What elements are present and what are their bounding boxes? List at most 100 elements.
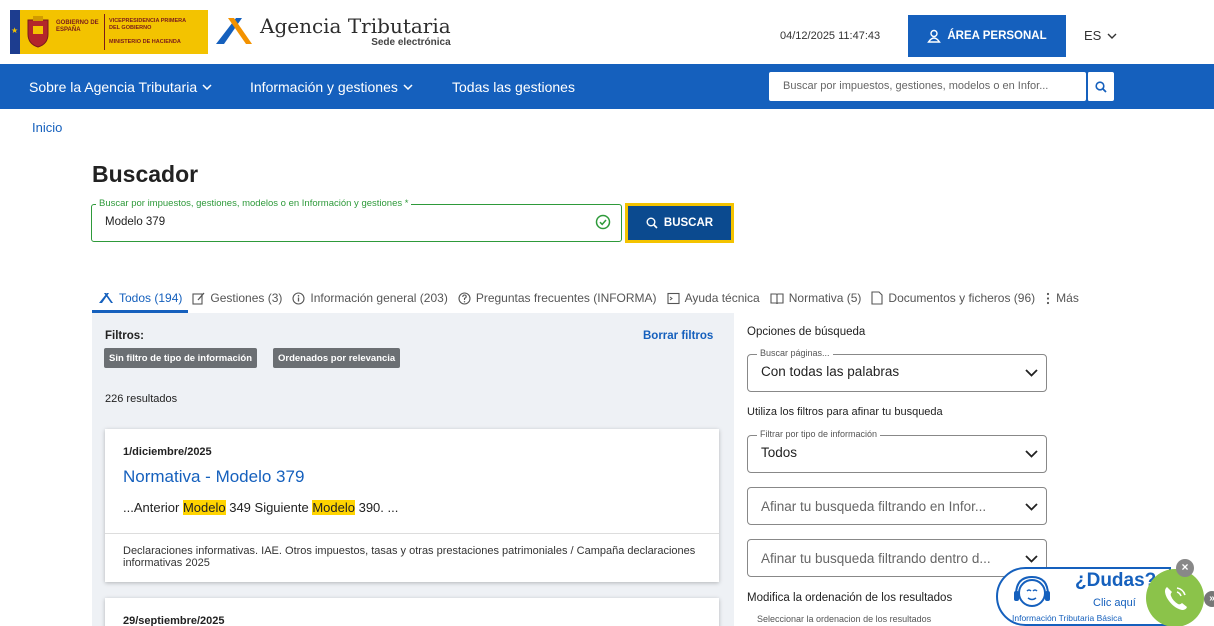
filter-chip-type[interactable]: Sin filtro de tipo de información: [104, 348, 258, 368]
nav-search-input[interactable]: Buscar por impuestos, gestiones, modelos…: [769, 72, 1086, 101]
area-personal-button[interactable]: ÁREA PERSONAL: [908, 15, 1066, 57]
snippet-text: 349 Siguiente: [225, 500, 313, 515]
terminal-icon: [667, 292, 680, 304]
question-icon: [458, 291, 471, 305]
vice-text: VICEPRESIDENCIA PRIMERA DEL GOBIERNO MIN…: [104, 14, 200, 50]
buscar-button[interactable]: BUSCAR: [625, 203, 734, 243]
chevron-down-icon: [1025, 369, 1038, 377]
book-icon: [770, 292, 784, 304]
chevron-down-icon: [1025, 450, 1038, 458]
nav-item-sobre[interactable]: Sobre la Agencia Tributaria: [29, 79, 212, 95]
order-legend: Seleccionar la ordenacion de los resulta…: [757, 614, 932, 624]
search-value[interactable]: Modelo 379: [105, 216, 165, 228]
snippet-highlight: Modelo: [182, 500, 226, 515]
nav-item-informacion[interactable]: Información y gestiones: [250, 79, 413, 95]
tab-label: Todos (194): [119, 291, 183, 305]
search-pages-value: Con todas las palabras: [761, 364, 900, 379]
result-title-link[interactable]: Normativa - Modelo 379: [123, 467, 304, 487]
search-legend: Buscar por impuestos, gestiones, modelos…: [96, 198, 412, 209]
gobierno-logo[interactable]: GOBIERNO DE ESPAÑA VICEPRESIDENCIA PRIME…: [10, 10, 208, 54]
agency-logo-icon: [216, 18, 252, 44]
area-personal-label: ÁREA PERSONAL: [947, 30, 1047, 42]
search-options-title: Opciones de búsqueda: [747, 326, 866, 338]
tab-label: Preguntas frecuentes (INFORMA): [475, 291, 657, 305]
tab-label: Más: [1056, 291, 1079, 305]
more-icon: [1047, 292, 1050, 304]
language-selector[interactable]: ES: [1084, 28, 1117, 43]
vice-name: VICEPRESIDENCIA PRIMERA DEL GOBIERNO: [109, 18, 186, 31]
order-title: Modifica la ordenación de los resultados: [747, 592, 953, 604]
user-icon: [927, 29, 942, 43]
gov-name: GOBIERNO DE ESPAÑA: [56, 20, 99, 33]
filter-hint: Utiliza los filtros para afinar tu busqu…: [747, 406, 943, 418]
page-title: Buscador: [92, 161, 199, 187]
filters-title: Filtros:: [105, 330, 144, 342]
help-subtitle: Información Tributaria Básica: [1012, 613, 1123, 623]
nav-item-todas-gestiones[interactable]: Todas las gestiones: [452, 79, 575, 95]
refine-info-placeholder: Afinar tu busqueda filtrando en Infor...: [761, 499, 987, 514]
chevron-down-icon: [1107, 33, 1117, 39]
tab-preguntas-frecuentes[interactable]: Preguntas frecuentes (INFORMA): [458, 291, 657, 305]
tab-gestiones[interactable]: Gestiones (3): [192, 291, 282, 305]
help-click-link[interactable]: Clic aquí: [1093, 597, 1136, 609]
chevron-down-icon: [1025, 555, 1038, 563]
site-header: GOBIERNO DE ESPAÑA VICEPRESIDENCIA PRIME…: [0, 0, 1214, 64]
search-input[interactable]: [91, 204, 622, 242]
nav-search-button[interactable]: [1087, 72, 1114, 101]
search-icon: [646, 217, 658, 229]
phone-icon: [1165, 587, 1187, 610]
nav-item-label: Todas las gestiones: [452, 79, 575, 95]
buscar-label: BUSCAR: [663, 217, 714, 229]
nav-item-label: Sobre la Agencia Tributaria: [29, 79, 198, 95]
search-pages-legend: Buscar páginas...: [757, 348, 833, 358]
filter-chip-order[interactable]: Ordenados por relevancia: [273, 348, 401, 368]
nav-item-label: Información y gestiones: [250, 79, 398, 95]
result-date: 1/diciembre/2025: [123, 446, 212, 458]
clear-filters-link[interactable]: Borrar filtros: [643, 330, 713, 342]
search-icon: [1095, 80, 1107, 93]
info-type-legend: Filtrar por tipo de información: [757, 429, 881, 439]
eu-flag-icon: [10, 10, 20, 54]
chevron-down-icon: [403, 84, 413, 90]
refine-within-placeholder: Afinar tu busqueda filtrando dentro d...: [761, 551, 991, 566]
expand-help-button[interactable]: »: [1204, 591, 1214, 607]
agency-logo-icon: [99, 293, 113, 303]
tab-documentos[interactable]: Documentos y ficheros (96): [871, 291, 1035, 305]
ministry-name: MINISTERIO DE HACIENDA: [109, 39, 181, 45]
document-icon: [871, 291, 883, 305]
info-type-value: Todos: [761, 445, 798, 460]
help-widget[interactable]: ¿Dudas? Clic aquí Información Tributaria…: [996, 559, 1214, 626]
result-card: 29/septiembre/2025: [105, 598, 719, 626]
agencia-tributaria-logo[interactable]: Agencia Tributaria Sede electrónica: [214, 14, 451, 48]
chevron-down-icon: [1025, 503, 1038, 511]
result-date: 29/septiembre/2025: [123, 615, 225, 626]
tab-mas[interactable]: Más: [1045, 291, 1079, 305]
edit-icon: [192, 292, 205, 305]
result-tags: Declaraciones informativas. IAE. Otros i…: [123, 545, 696, 569]
snippet-text: ...Anterior: [123, 500, 183, 515]
tab-normativa[interactable]: Normativa (5): [770, 291, 862, 305]
agency-subtitle: Sede electrónica: [371, 36, 451, 48]
result-count: 226 resultados: [105, 393, 178, 405]
result-card: 1/diciembre/2025 Normativa - Modelo 379 …: [105, 429, 719, 582]
tab-label: Documentos y ficheros (96): [888, 291, 1036, 305]
breadcrumb-inicio[interactable]: Inicio: [32, 120, 62, 135]
check-circle-icon: [595, 214, 611, 230]
headset-icon: [1014, 575, 1050, 607]
language-label: ES: [1084, 28, 1102, 43]
tab-label: Ayuda técnica: [684, 291, 760, 305]
tab-label: Gestiones (3): [210, 291, 283, 305]
result-snippet: ...Anterior Modelo 349 Siguiente Modelo …: [123, 500, 398, 515]
card-divider: [105, 533, 719, 534]
tab-todos[interactable]: Todos (194): [98, 291, 182, 305]
chevron-down-icon: [202, 84, 212, 90]
coat-of-arms-icon: [20, 10, 56, 54]
close-help-button[interactable]: ×: [1176, 559, 1194, 577]
results-tabs: Todos (194) Gestiones (3) Información ge…: [98, 289, 1089, 307]
tab-label: Normativa (5): [788, 291, 862, 305]
session-datetime: 04/12/2025 11:47:43: [780, 30, 881, 42]
call-button[interactable]: [1146, 569, 1204, 626]
help-title: ¿Dudas?: [1075, 570, 1157, 591]
tab-ayuda-tecnica[interactable]: Ayuda técnica: [667, 291, 760, 305]
tab-informacion-general[interactable]: Información general (203): [292, 291, 448, 305]
